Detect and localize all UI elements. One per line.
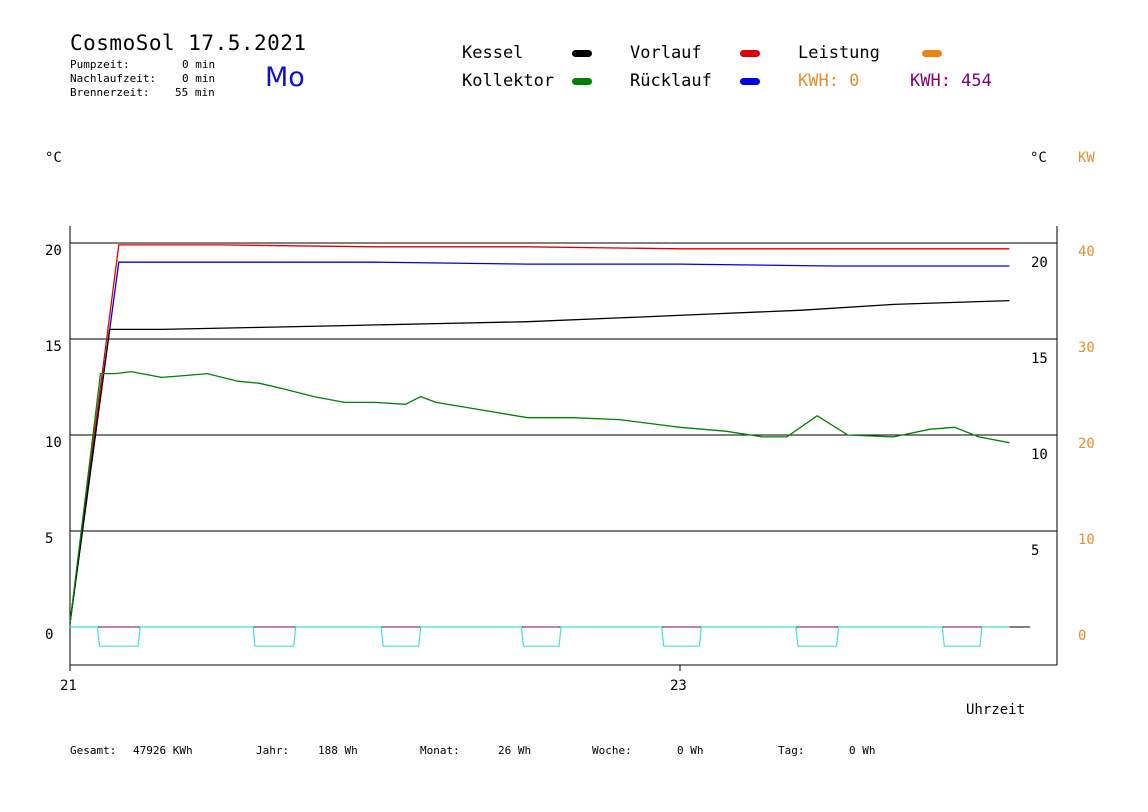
y-tick-kw-20: 20	[1078, 436, 1095, 452]
series-vorlauf-line	[69, 244, 1010, 624]
series-kollektor-line	[69, 370, 1010, 624]
series-leistung-line	[70, 626, 1010, 647]
y-tick-left-10: 10	[45, 435, 62, 451]
footer-jahr-value: 188 Wh	[318, 744, 358, 757]
y-tick-kw-10: 10	[1078, 532, 1095, 548]
footer-tag-value: 0 Wh	[849, 744, 876, 757]
y-tick-right-20: 20	[1031, 255, 1048, 271]
x-tick-label-23: 23	[670, 678, 687, 694]
x-tick-label-21: 21	[60, 678, 77, 694]
footer-woche-value: 0 Wh	[677, 744, 704, 757]
y-tick-left-20: 20	[45, 243, 62, 259]
y-tick-right-5: 5	[1031, 543, 1039, 559]
temperature-chart: 0 5 10 15 20 5 10 15 20 0 10 20 30 40 21 23	[45, 226, 1095, 694]
y-tick-right-15: 15	[1031, 351, 1048, 367]
series-kessel-line	[69, 299, 1010, 624]
y-tick-right-10: 10	[1031, 447, 1048, 463]
y-tick-kw-30: 30	[1078, 340, 1095, 356]
footer-jahr-label: Jahr:	[256, 744, 290, 757]
footer-woche-label: Woche:	[592, 744, 632, 757]
footer-monat-label: Monat:	[420, 744, 460, 757]
footer-gesamt-label: Gesamt:	[70, 744, 117, 757]
footer-monat-value: 26 Wh	[498, 744, 532, 757]
y-tick-kw-40: 40	[1078, 244, 1095, 260]
y-tick-kw-0: 0	[1078, 628, 1086, 644]
y-tick-left-0: 0	[45, 627, 53, 643]
footer-gesamt-value: 47926 KWh	[133, 744, 193, 757]
footer-tag-label: Tag:	[778, 744, 805, 757]
series-rcklauf-line	[69, 261, 1010, 624]
y-tick-left-5: 5	[45, 531, 53, 547]
y-tick-left-15: 15	[45, 339, 62, 355]
